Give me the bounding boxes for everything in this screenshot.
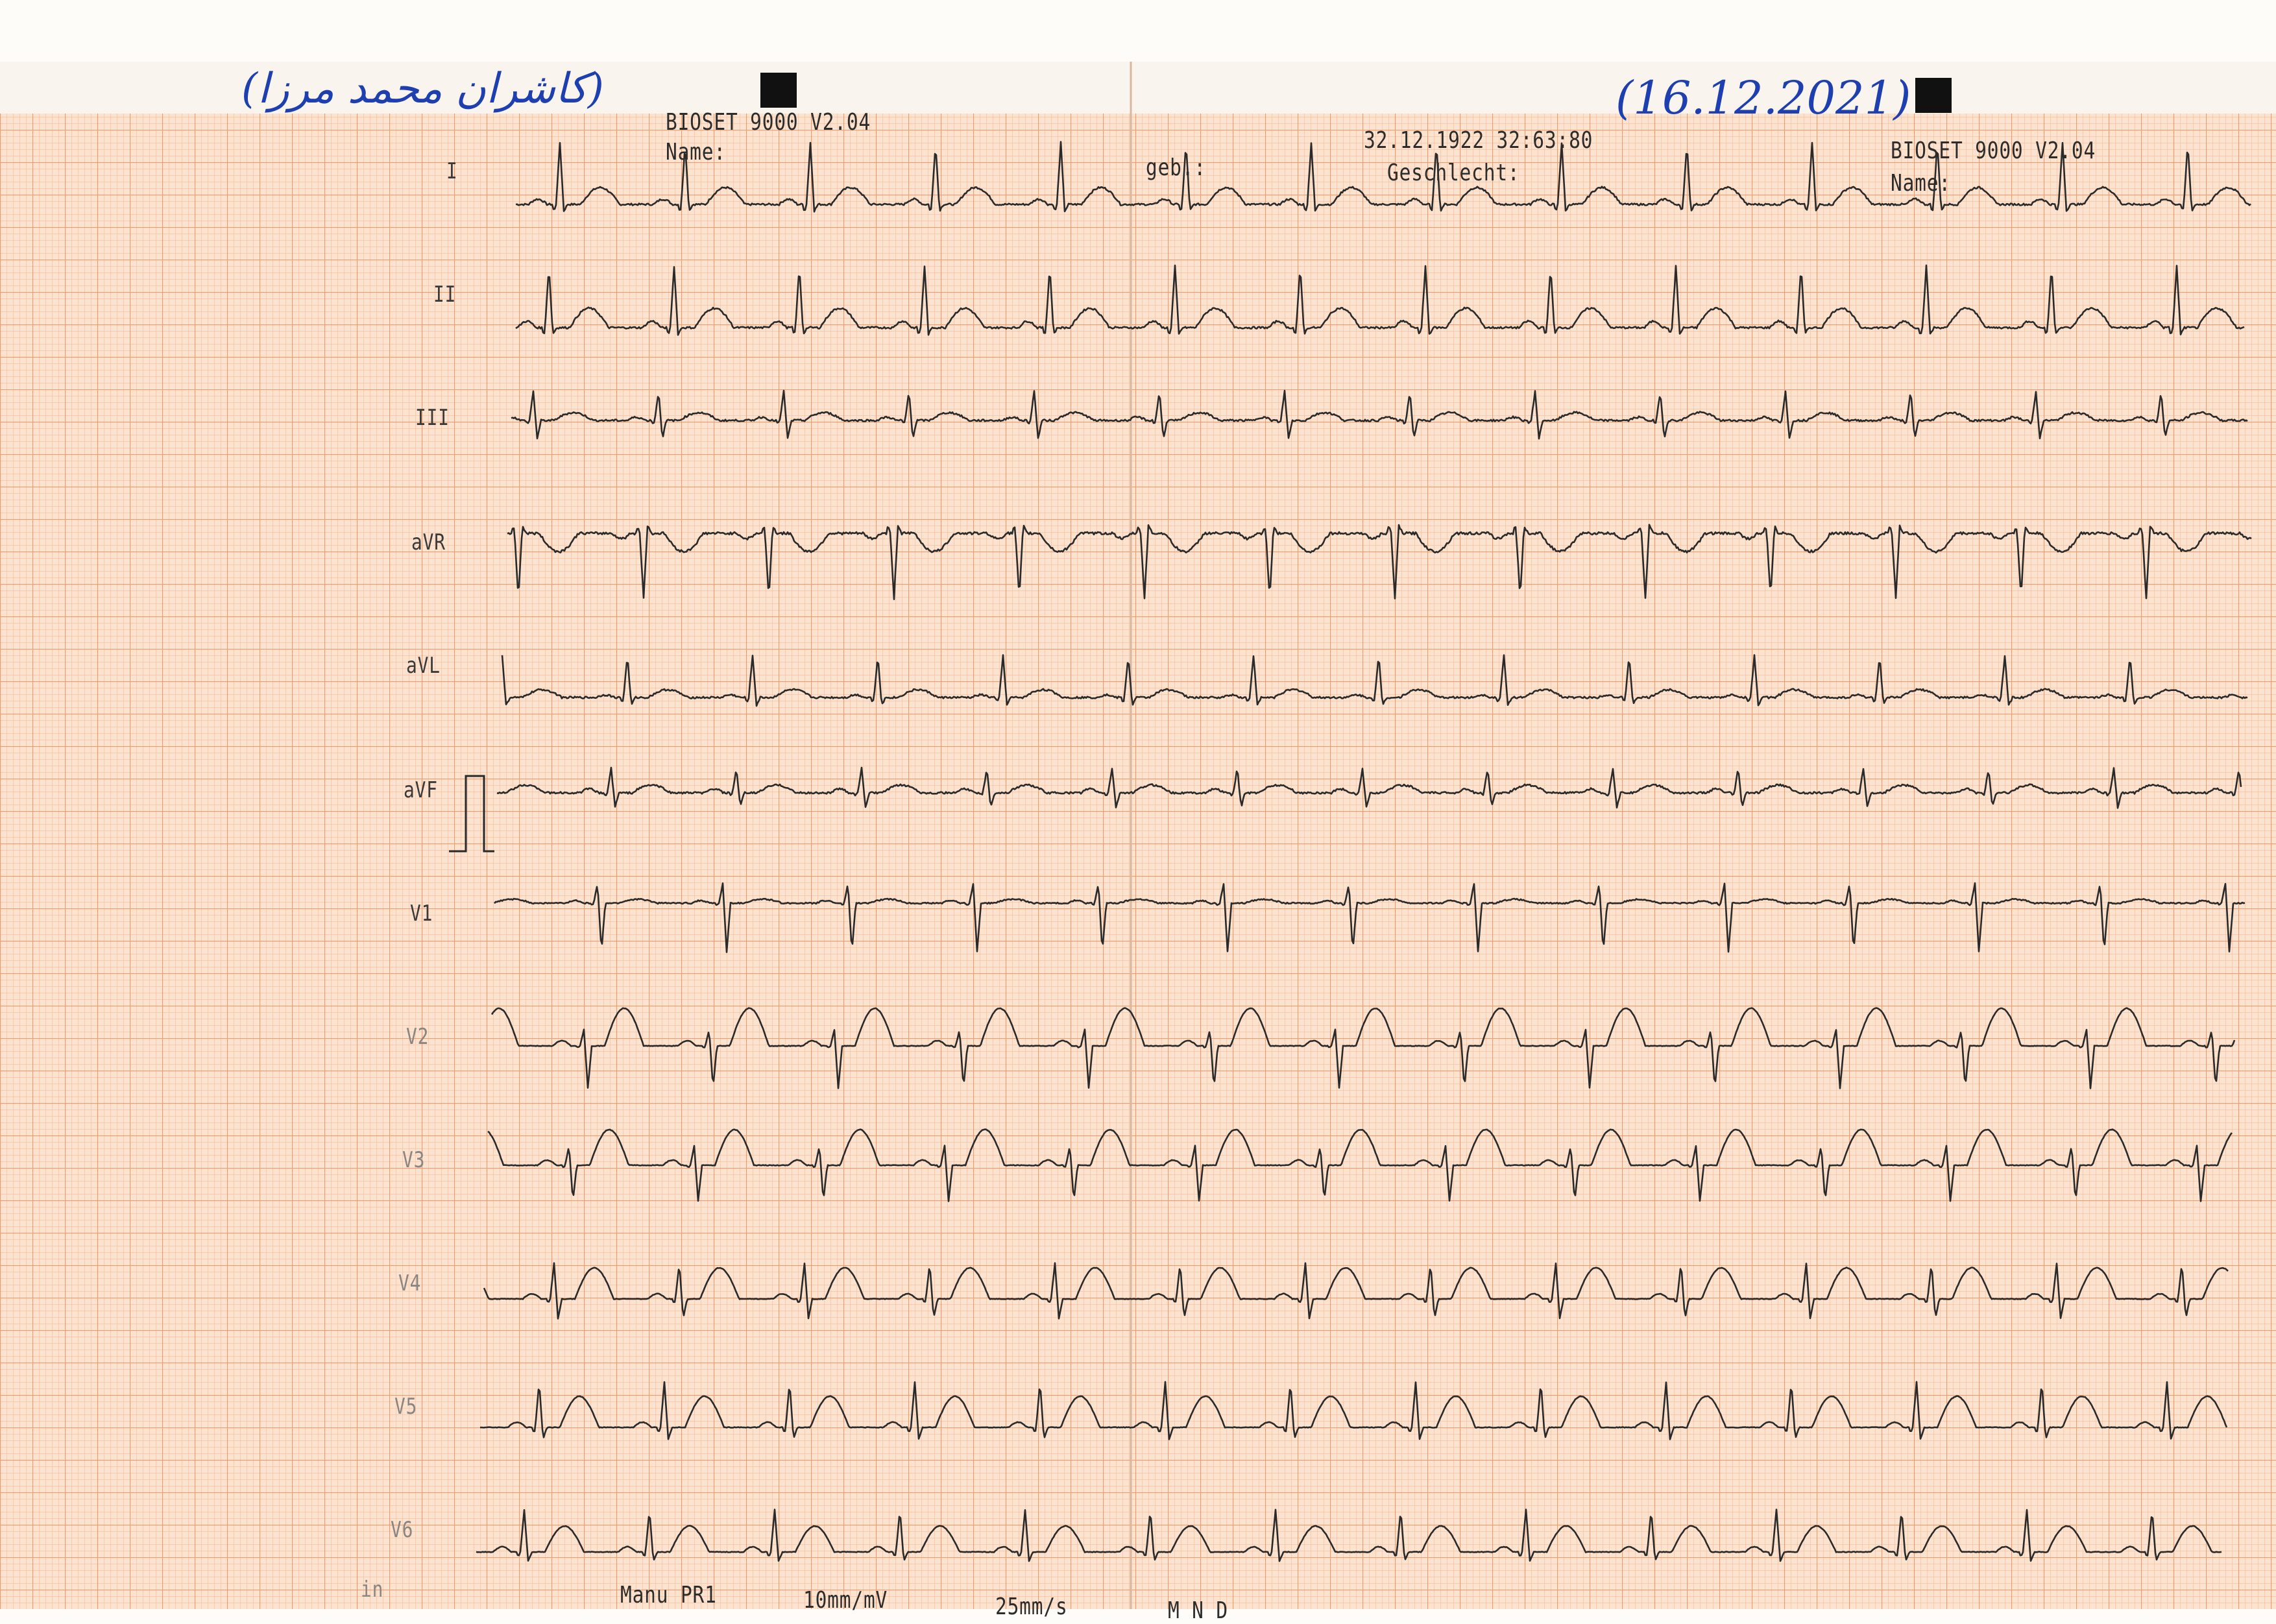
footer-mode: Manu PR1 [620,1582,717,1608]
handwritten-patient-name: (کاشران محمد مرزا) [241,65,604,113]
device-label-left: BIOSET 9000 V2.04 [666,109,871,136]
lead-label-iii: III [415,405,450,431]
lead-label-v3: V3 [402,1147,426,1173]
footer-gain: 10mm/mV [803,1587,888,1614]
birthdate-label: geb.: [1146,154,1206,181]
footer-filters: M N D [1168,1597,1228,1624]
graph-grid [0,114,2276,1609]
sex-label: Geschlecht: [1387,160,1520,186]
lead-label-v5: V5 [394,1394,418,1420]
lead-label-ii: II [433,282,457,308]
lead-label-avr: aVR [411,529,446,555]
footer-speed: 25mm/s [995,1594,1068,1620]
name-label-left: Name: [666,139,726,165]
device-label-right: BIOSET 9000 V2.04 [1891,138,2096,164]
name-label-right: Name: [1891,170,1951,197]
footer-lead-mark: in [361,1577,384,1603]
lead-label-v2: V2 [406,1024,430,1050]
lead-label-v6: V6 [391,1517,414,1543]
handwritten-date: (16.12.2021) [1616,71,1911,125]
lead-label-v4: V4 [398,1270,422,1296]
lead-label-avf: aVF [404,777,438,803]
lead-label-avl: aVL [406,653,441,679]
sync-marker-left [760,73,797,108]
sync-marker-right [1915,78,1952,113]
record-datetime: 32.12.1922 32:63:80 [1364,127,1593,154]
lead-label-v1: V1 [410,901,433,927]
ecg-sheet [0,0,2276,1609]
lead-label-i: I [446,158,458,184]
